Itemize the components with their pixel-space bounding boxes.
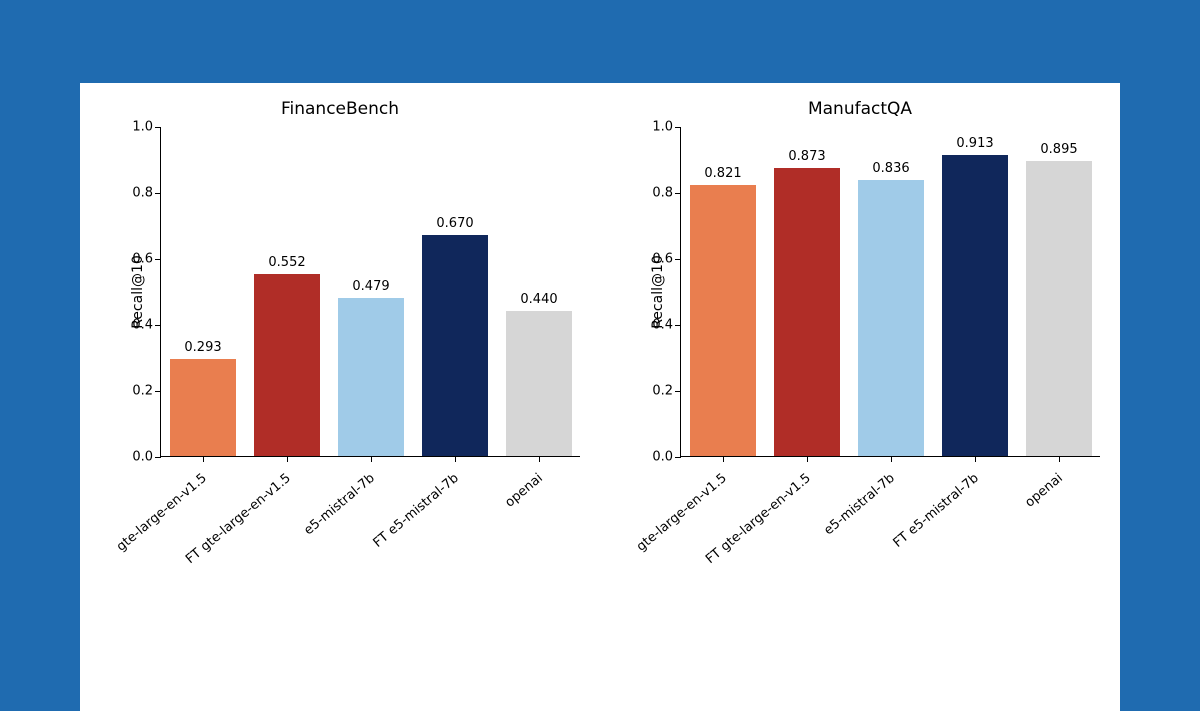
bar-value-label: 0.873: [767, 149, 847, 164]
bar: [338, 298, 404, 456]
y-tick-label: 0.4: [125, 318, 153, 333]
y-tick-label: 0.2: [125, 384, 153, 399]
bar: [858, 180, 924, 456]
x-tick: [723, 456, 724, 462]
y-tick: [675, 457, 681, 458]
chart-title: ManufactQA: [600, 99, 1120, 119]
bar-value-label: 0.895: [1019, 142, 1099, 157]
y-tick-label: 0.4: [645, 318, 673, 333]
bar: [690, 185, 756, 456]
chart-title: FinanceBench: [80, 99, 600, 119]
x-tick: [455, 456, 456, 462]
x-tick: [807, 456, 808, 462]
chart-panel-financebench: FinanceBench Recall@10 0.00.20.40.60.81.…: [80, 83, 600, 603]
y-tick: [675, 259, 681, 260]
bar: [422, 235, 488, 456]
chart-panel-manufactqa: ManufactQA Recall@10 0.00.20.40.60.81.00…: [600, 83, 1120, 603]
y-tick: [155, 457, 161, 458]
y-tick: [675, 127, 681, 128]
bar-value-label: 0.670: [415, 216, 495, 231]
x-tick: [203, 456, 204, 462]
bar-value-label: 0.440: [499, 292, 579, 307]
x-tick: [539, 456, 540, 462]
bar: [942, 155, 1008, 456]
bar-value-label: 0.913: [935, 136, 1015, 151]
chart-panels: FinanceBench Recall@10 0.00.20.40.60.81.…: [80, 83, 1120, 603]
y-tick: [155, 193, 161, 194]
y-tick: [675, 325, 681, 326]
x-tick: [287, 456, 288, 462]
bar-value-label: 0.552: [247, 255, 327, 270]
x-tick: [371, 456, 372, 462]
chart-frame: FinanceBench Recall@10 0.00.20.40.60.81.…: [80, 83, 1120, 711]
y-tick: [155, 391, 161, 392]
bar: [254, 274, 320, 456]
bar: [170, 359, 236, 456]
bar-value-label: 0.821: [683, 166, 763, 181]
y-tick-label: 0.8: [125, 186, 153, 201]
bar-value-label: 0.293: [163, 340, 243, 355]
bar-value-label: 0.479: [331, 279, 411, 294]
y-tick-label: 0.8: [645, 186, 673, 201]
y-tick: [675, 193, 681, 194]
y-tick-label: 0.6: [645, 252, 673, 267]
chart-axes: Recall@10 0.00.20.40.60.81.00.821gte-lar…: [680, 127, 1100, 457]
bar: [1026, 161, 1092, 456]
y-tick: [155, 325, 161, 326]
y-tick: [155, 259, 161, 260]
y-tick-label: 1.0: [645, 120, 673, 135]
y-tick: [675, 391, 681, 392]
x-tick: [891, 456, 892, 462]
y-tick-label: 0.0: [645, 450, 673, 465]
y-tick: [155, 127, 161, 128]
y-tick-label: 0.0: [125, 450, 153, 465]
y-tick-label: 0.2: [645, 384, 673, 399]
chart-axes: Recall@10 0.00.20.40.60.81.00.293gte-lar…: [160, 127, 580, 457]
bar: [506, 311, 572, 456]
x-tick: [975, 456, 976, 462]
y-tick-label: 1.0: [125, 120, 153, 135]
y-tick-label: 0.6: [125, 252, 153, 267]
bar: [774, 168, 840, 456]
x-tick: [1059, 456, 1060, 462]
bar-value-label: 0.836: [851, 161, 931, 176]
